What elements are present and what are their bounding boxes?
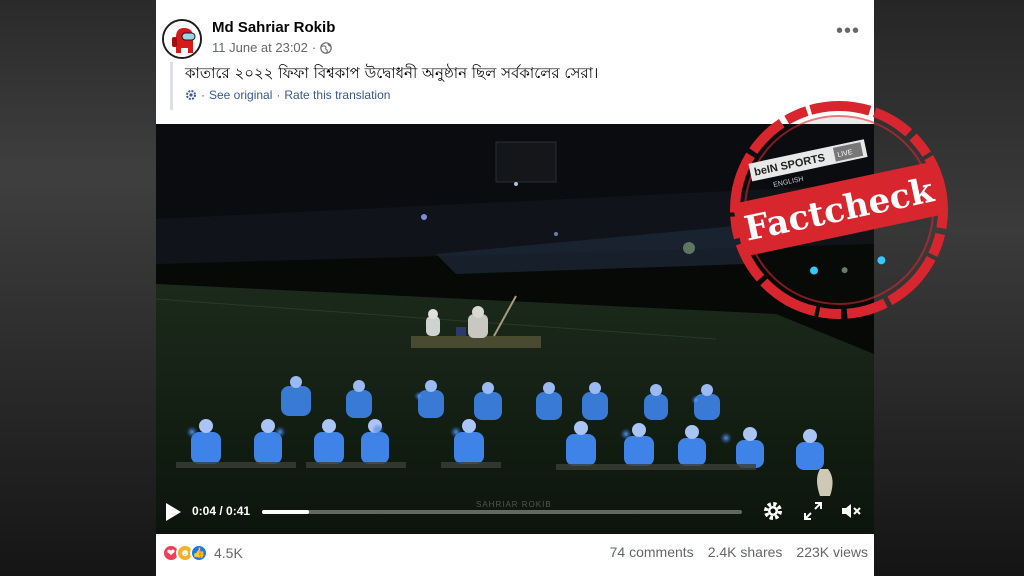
post-caption: কাতারে ২০২২ ফিফা বিশ্বকাপ উদ্বোধনী অনুষ্… — [185, 64, 599, 82]
globe-icon — [320, 41, 333, 54]
comments-count[interactable]: 74 comments — [610, 544, 694, 560]
among-us-avatar-icon — [164, 21, 200, 57]
post-footer: ❤ ☻ 👍 4.5K 74 comments 2.4K shares 223K … — [156, 534, 874, 576]
reactions-summary[interactable]: ❤ ☻ 👍 4.5K — [162, 544, 243, 562]
video-progress-fill — [262, 510, 310, 514]
more-options-button[interactable]: ••• — [836, 21, 860, 41]
author-name[interactable]: Md Sahriar Rokib — [212, 19, 335, 36]
avatar[interactable] — [162, 19, 202, 59]
like-reaction-icon: 👍 — [190, 544, 208, 562]
play-icon[interactable] — [164, 502, 182, 522]
reaction-count: 4.5K — [214, 545, 243, 561]
fullscreen-icon[interactable] — [803, 501, 823, 521]
rate-translation-link[interactable]: Rate this translation — [284, 88, 390, 102]
background-left — [0, 0, 156, 576]
post-timestamp[interactable]: 11 June at 23:02 — [212, 40, 308, 55]
views-count: 223K views — [796, 544, 868, 560]
shares-count[interactable]: 2.4K shares — [708, 544, 783, 560]
translate-gear-icon — [186, 90, 196, 100]
video-progress-bar[interactable] — [262, 510, 742, 514]
settings-gear-icon[interactable] — [762, 500, 784, 522]
see-original-link[interactable]: See original — [209, 88, 272, 102]
post-meta: 11 June at 23:02 · — [212, 40, 333, 55]
mute-icon[interactable] — [840, 501, 862, 521]
video-time: 0:04 / 0:41 — [192, 504, 251, 518]
engagement-stats: 74 comments 2.4K shares 223K views — [610, 544, 868, 560]
video-controls: 0:04 / 0:41 — [156, 490, 874, 534]
translation-separator: · — [276, 88, 281, 102]
factcheck-stamp: beIN SPORTS LIVE ENGLISH Factcheck — [730, 101, 948, 319]
